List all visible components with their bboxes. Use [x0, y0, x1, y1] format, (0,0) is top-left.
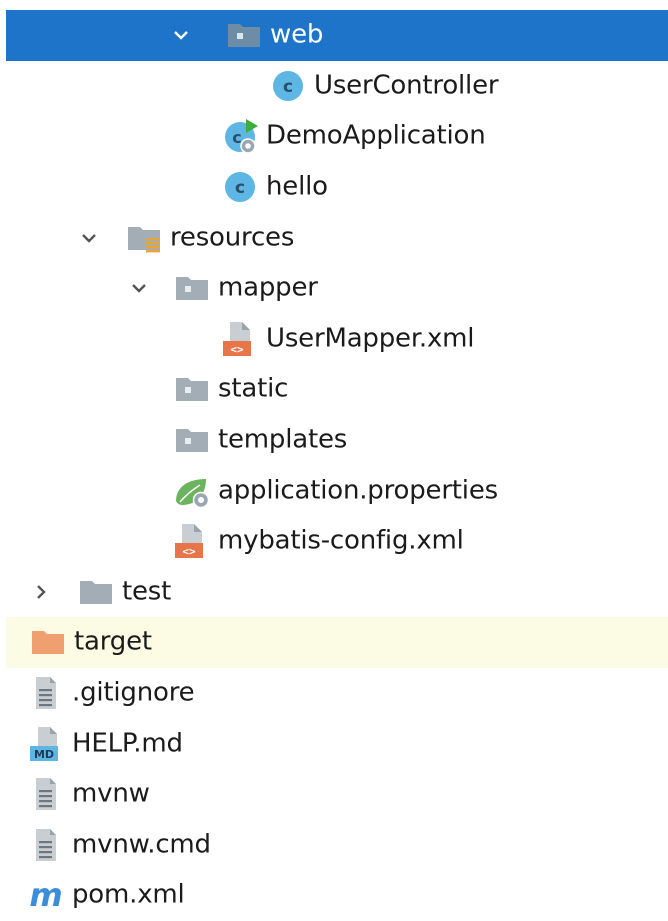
- tree-item-target[interactable]: target: [6, 617, 668, 668]
- tree-item-label: mvnw: [72, 778, 150, 809]
- svg-text:m: m: [29, 876, 62, 914]
- spring-boot-class-icon: c: [220, 116, 260, 156]
- tree-item-test[interactable]: test: [0, 567, 668, 618]
- maven-icon: m: [26, 875, 66, 915]
- svg-text:c: c: [232, 128, 241, 147]
- tree-item-label: web: [270, 19, 324, 50]
- project-tree[interactable]: web c UserController c DemoApplication c…: [0, 10, 668, 921]
- folder-icon: [172, 268, 212, 308]
- tree-item-static[interactable]: static: [0, 364, 668, 415]
- text-file-icon: [26, 673, 66, 713]
- tree-item-label: HELP.md: [72, 728, 183, 759]
- tree-item-label: mapper: [218, 272, 318, 303]
- tree-item-pom-xml[interactable]: m pom.xml: [0, 870, 668, 921]
- tree-item-label: mvnw.cmd: [72, 829, 211, 860]
- text-file-icon: [26, 825, 66, 865]
- tree-item-mvnw[interactable]: mvnw: [0, 769, 668, 820]
- class-icon: c: [220, 167, 260, 207]
- resources-folder-icon: [124, 218, 164, 258]
- tree-item-label: templates: [218, 424, 348, 455]
- xml-file-icon: <>: [172, 521, 212, 561]
- package-folder-icon: [224, 15, 264, 55]
- chevron-down-icon[interactable]: [170, 24, 192, 46]
- tree-item-mybatis-config-xml[interactable]: <> mybatis-config.xml: [0, 516, 668, 567]
- tree-item-mapper[interactable]: mapper: [0, 263, 668, 314]
- tree-item-label: UserController: [314, 70, 499, 101]
- tree-item-label: pom.xml: [72, 879, 185, 910]
- spring-properties-icon: [172, 471, 212, 511]
- folder-icon: [76, 572, 116, 612]
- folder-icon: [172, 420, 212, 460]
- tree-item-label: resources: [170, 222, 295, 253]
- xml-file-icon: <>: [220, 319, 260, 359]
- tree-item-mvnw-cmd[interactable]: mvnw.cmd: [0, 820, 668, 871]
- excluded-folder-icon: [28, 622, 68, 662]
- tree-item-demoapplication[interactable]: c DemoApplication: [0, 111, 668, 162]
- tree-item-hello[interactable]: c hello: [0, 162, 668, 213]
- tree-item-help-md[interactable]: MD HELP.md: [0, 718, 668, 769]
- tree-item-resources[interactable]: resources: [0, 212, 668, 263]
- class-icon: c: [268, 66, 308, 106]
- tree-item-label: UserMapper.xml: [266, 323, 475, 354]
- tree-item-label: target: [74, 626, 152, 657]
- tree-item-label: mybatis-config.xml: [218, 525, 464, 556]
- markdown-file-icon: MD: [26, 724, 66, 764]
- tree-item-application-properties[interactable]: application.properties: [0, 465, 668, 516]
- tree-item-label: DemoApplication: [266, 120, 486, 151]
- chevron-down-icon[interactable]: [128, 277, 150, 299]
- tree-item-label: .gitignore: [72, 677, 195, 708]
- tree-item-usermapper-xml[interactable]: <> UserMapper.xml: [0, 314, 668, 365]
- svg-text:c: c: [235, 178, 245, 198]
- tree-item-label: static: [218, 373, 289, 404]
- svg-text:<>: <>: [230, 343, 244, 356]
- tree-item-label: hello: [266, 171, 328, 202]
- tree-item-templates[interactable]: templates: [0, 415, 668, 466]
- svg-text:MD: MD: [34, 748, 54, 761]
- tree-item-label: application.properties: [218, 475, 498, 506]
- chevron-down-icon[interactable]: [78, 227, 100, 249]
- svg-text:<>: <>: [182, 545, 196, 558]
- tree-item-label: test: [122, 576, 172, 607]
- text-file-icon: [26, 774, 66, 814]
- folder-icon: [172, 369, 212, 409]
- tree-item-usercontroller[interactable]: c UserController: [0, 61, 668, 112]
- tree-item-gitignore[interactable]: .gitignore: [0, 668, 668, 719]
- svg-text:c: c: [283, 77, 293, 97]
- chevron-right-icon[interactable]: [30, 581, 52, 603]
- tree-item-web[interactable]: web: [6, 10, 668, 61]
